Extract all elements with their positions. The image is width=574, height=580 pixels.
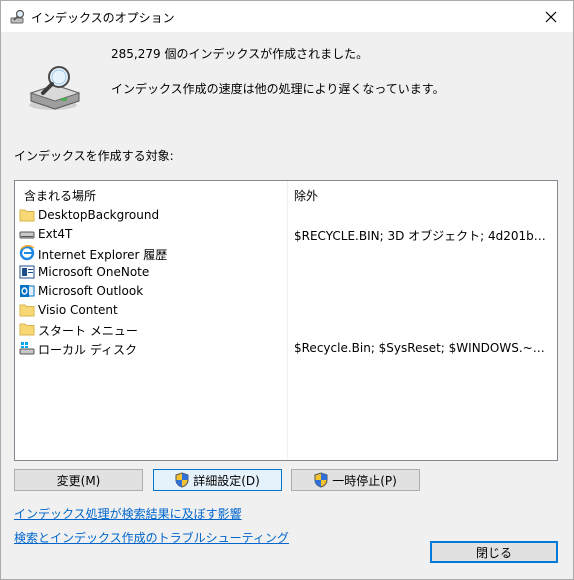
- uac-shield-icon: [175, 472, 189, 488]
- list-item[interactable]: Visio Content: [19, 301, 555, 320]
- list-item[interactable]: Microsoft OneNote: [19, 263, 555, 282]
- drive-icon: [19, 231, 35, 239]
- list-item[interactable]: スタート メニュー: [19, 320, 555, 339]
- indexing-speed-text: インデックス作成の速度は他の処理により遅くなっています。: [111, 82, 445, 96]
- location-name: Visio Content: [38, 303, 118, 317]
- close-window-button[interactable]: [529, 1, 573, 32]
- indexing-drive-icon: [29, 66, 81, 110]
- advanced-button-label: 詳細設定(D): [193, 473, 260, 488]
- location-name: Ext4T: [38, 227, 73, 241]
- how-indexing-affects-link[interactable]: インデックス処理が検索結果に及ぼす影響: [14, 505, 242, 522]
- index-locations-label: インデックスを作成する対象:: [14, 149, 174, 163]
- title-bar: インデックスのオプション: [1, 1, 573, 32]
- indexing-options-dialog: インデックスのオプション 285,279 個のインデックスが作成されました。 イ…: [0, 0, 574, 580]
- list-item[interactable]: Ext4T $RECYCLE.BIN; 3D オブジェクト; 4d201b7d8…: [19, 225, 555, 244]
- onenote-icon: [19, 265, 35, 279]
- indexed-count-text: 285,279 個のインデックスが作成されました。: [111, 47, 369, 61]
- column-header-included[interactable]: 含まれる場所: [24, 187, 96, 204]
- close-icon: [545, 11, 557, 22]
- location-name: ローカル ディスク: [38, 343, 137, 357]
- pause-button[interactable]: 一時停止(P): [291, 469, 420, 491]
- advanced-button[interactable]: 詳細設定(D): [153, 469, 282, 491]
- location-name: Microsoft Outlook: [38, 284, 144, 298]
- location-name: DesktopBackground: [38, 208, 160, 222]
- close-button-label: 閉じる: [475, 545, 512, 560]
- location-name: スタート メニュー: [38, 324, 138, 338]
- location-name: Microsoft OneNote: [38, 265, 150, 279]
- outlook-icon: [20, 285, 35, 297]
- troubleshoot-link[interactable]: 検索とインデックス作成のトラブルシューティング: [14, 529, 289, 546]
- list-item[interactable]: ローカル ディスク $Recycle.Bin; $SysReset; $WIND…: [19, 339, 555, 358]
- window-title: インデックスのオプション: [31, 11, 175, 25]
- list-item[interactable]: DesktopBackground: [19, 206, 555, 225]
- close-button[interactable]: 閉じる: [430, 541, 558, 563]
- internet-explorer-icon: [19, 245, 35, 261]
- modify-button-label: 変更(M): [56, 473, 101, 488]
- location-exclusions: $Recycle.Bin; $SysReset; $WINDOWS.~BT; $…: [294, 341, 552, 355]
- magnifier-drive-icon: [10, 9, 25, 24]
- windows-drive-icon: [19, 342, 35, 355]
- uac-shield-icon: [314, 472, 328, 488]
- indexed-locations-list[interactable]: 含まれる場所 除外 DesktopBackground Ext4T $RECYC…: [14, 180, 558, 461]
- list-item[interactable]: Internet Explorer 履歴: [19, 244, 555, 263]
- list-item[interactable]: Microsoft Outlook: [19, 282, 555, 301]
- location-exclusions: $RECYCLE.BIN; 3D オブジェクト; 4d201b7d8e38c9.…: [294, 229, 552, 243]
- folder-icon: [19, 209, 35, 222]
- modify-button[interactable]: 変更(M): [14, 469, 143, 491]
- column-header-excluded[interactable]: 除外: [294, 187, 318, 204]
- location-name: Internet Explorer 履歴: [38, 248, 168, 262]
- pause-button-label: 一時停止(P): [332, 473, 397, 488]
- folder-icon: [19, 304, 35, 317]
- folder-icon: [19, 323, 35, 336]
